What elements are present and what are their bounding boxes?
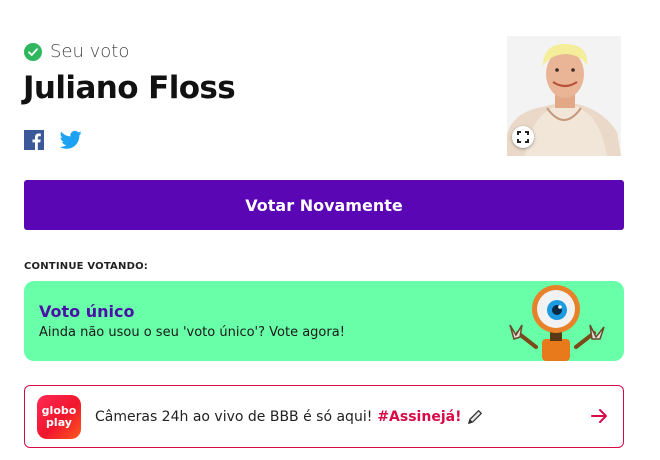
promo-text: Câmeras 24h ao vivo de BBB é só aqui! bbox=[95, 408, 373, 425]
candidate-name: Juliano Floss bbox=[23, 70, 236, 106]
expand-icon[interactable] bbox=[512, 126, 534, 148]
check-circle-icon bbox=[24, 42, 42, 61]
continue-voting-label: CONTINUE VOTANDO: bbox=[24, 261, 148, 272]
vote-again-button[interactable]: Votar Novamente bbox=[24, 180, 624, 230]
vote-status: Seu voto bbox=[24, 41, 129, 62]
globoplay-promo-banner[interactable]: globo play Câmeras 24h ao vivo de BBB é … bbox=[24, 385, 624, 448]
eye-mascot-illustration bbox=[509, 285, 605, 361]
globoplay-logo: globo play bbox=[37, 394, 81, 439]
globoplay-logo-line2: play bbox=[46, 415, 72, 429]
twitter-icon[interactable] bbox=[59, 130, 82, 150]
promo-text-group: Câmeras 24h ao vivo de BBB é só aqui! #A… bbox=[95, 408, 484, 426]
facebook-icon[interactable] bbox=[24, 130, 44, 150]
single-vote-title: Voto único bbox=[39, 302, 135, 321]
promo-cta[interactable]: #Assinejá! bbox=[377, 409, 461, 425]
pencil-icon bbox=[468, 409, 483, 424]
single-vote-card[interactable]: Voto único Ainda não usou o seu 'voto ún… bbox=[24, 281, 624, 361]
vote-status-label: Seu voto bbox=[50, 41, 130, 62]
arrow-right-icon[interactable] bbox=[589, 406, 609, 426]
single-vote-description: Ainda não usou o seu 'voto único'? Vote … bbox=[39, 325, 345, 340]
globoplay-logo-line1: globo bbox=[41, 403, 77, 417]
share-buttons bbox=[24, 130, 82, 150]
